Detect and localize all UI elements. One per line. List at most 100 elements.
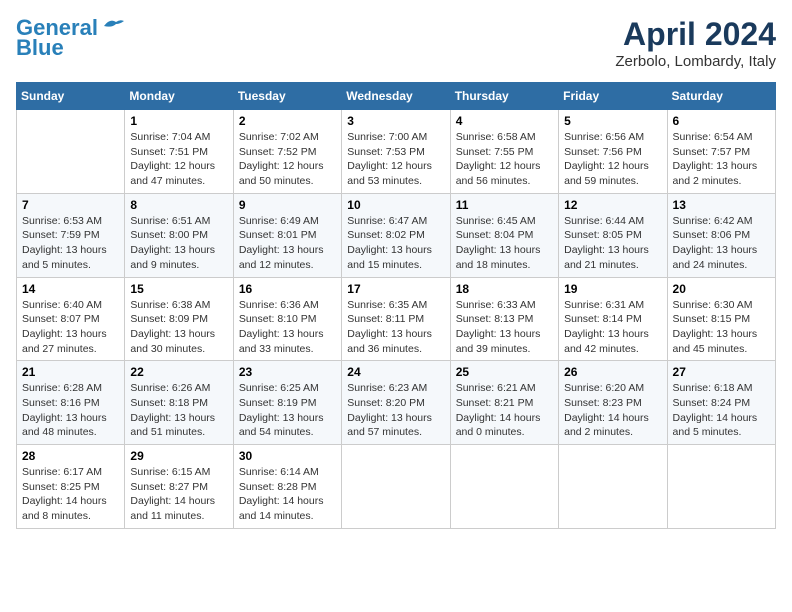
day-number: 25 [456,365,553,379]
weekday-header-saturday: Saturday [667,83,775,110]
day-info: Sunrise: 6:36 AMSunset: 8:10 PMDaylight:… [239,298,336,357]
day-info: Sunrise: 6:28 AMSunset: 8:16 PMDaylight:… [22,381,119,440]
title-section: April 2024 Zerbolo, Lombardy, Italy [615,16,776,70]
day-info: Sunrise: 6:54 AMSunset: 7:57 PMDaylight:… [673,130,770,189]
calendar-cell: 19 Sunrise: 6:31 AMSunset: 8:14 PMDayligh… [559,277,667,361]
calendar-cell: 30 Sunrise: 6:14 AMSunset: 8:28 PMDayligh… [233,445,341,529]
weekday-header-thursday: Thursday [450,83,558,110]
day-number: 24 [347,365,444,379]
calendar-cell: 11Sunrise: 6:45 AMSunset: 8:04 PMDayligh… [450,193,558,277]
calendar-cell: 7 Sunrise: 6:53 AMSunset: 7:59 PMDaylight… [17,193,125,277]
weekday-header-wednesday: Wednesday [342,83,450,110]
calendar-cell: 27Sunrise: 6:18 AMSunset: 8:24 PMDayligh… [667,361,775,445]
calendar-cell: 23Sunrise: 6:25 AMSunset: 8:19 PMDayligh… [233,361,341,445]
day-info: Sunrise: 6:44 AMSunset: 8:05 PMDaylight:… [564,214,661,273]
day-info: Sunrise: 6:53 AMSunset: 7:59 PMDaylight:… [22,214,119,273]
day-info: Sunrise: 6:58 AMSunset: 7:55 PMDaylight:… [456,130,553,189]
calendar-cell: 8 Sunrise: 6:51 AMSunset: 8:00 PMDaylight… [125,193,233,277]
day-number: 20 [673,282,770,296]
calendar-cell: 17Sunrise: 6:35 AMSunset: 8:11 PMDayligh… [342,277,450,361]
day-info: Sunrise: 7:00 AMSunset: 7:53 PMDaylight:… [347,130,444,189]
day-number: 4 [456,114,553,128]
weekday-header-monday: Monday [125,83,233,110]
calendar-week-5: 28Sunrise: 6:17 AMSunset: 8:25 PMDayligh… [17,445,776,529]
day-info: Sunrise: 7:04 AMSunset: 7:51 PMDaylight:… [130,130,227,189]
calendar-week-3: 14 Sunrise: 6:40 AMSunset: 8:07 PMDayligh… [17,277,776,361]
calendar-cell: 28Sunrise: 6:17 AMSunset: 8:25 PMDayligh… [17,445,125,529]
day-number: 13 [673,198,770,212]
weekday-header-friday: Friday [559,83,667,110]
day-number: 3 [347,114,444,128]
day-info: Sunrise: 6:40 AMSunset: 8:07 PMDaylight:… [22,298,119,357]
calendar-cell: 9 Sunrise: 6:49 AMSunset: 8:01 PMDaylight… [233,193,341,277]
calendar-cell: 14 Sunrise: 6:40 AMSunset: 8:07 PMDayligh… [17,277,125,361]
calendar-cell: 1Sunrise: 7:04 AMSunset: 7:51 PMDaylight… [125,110,233,194]
calendar-cell: 13 Sunrise: 6:42 AMSunset: 8:06 PMDayligh… [667,193,775,277]
logo-bird-icon [102,18,124,34]
day-number: 16 [239,282,336,296]
calendar-cell: 10 Sunrise: 6:47 AMSunset: 8:02 PMDayligh… [342,193,450,277]
day-info: Sunrise: 6:38 AMSunset: 8:09 PMDaylight:… [130,298,227,357]
day-info: Sunrise: 6:47 AMSunset: 8:02 PMDaylight:… [347,214,444,273]
day-number: 21 [22,365,119,379]
day-info: Sunrise: 6:49 AMSunset: 8:01 PMDaylight:… [239,214,336,273]
day-number: 29 [130,449,227,463]
day-info: Sunrise: 6:25 AMSunset: 8:19 PMDaylight:… [239,381,336,440]
day-number: 7 [22,198,119,212]
calendar-week-1: 1Sunrise: 7:04 AMSunset: 7:51 PMDaylight… [17,110,776,194]
calendar-cell [559,445,667,529]
day-info: Sunrise: 7:02 AMSunset: 7:52 PMDaylight:… [239,130,336,189]
day-info: Sunrise: 6:56 AMSunset: 7:56 PMDaylight:… [564,130,661,189]
calendar-cell: 25 Sunrise: 6:21 AMSunset: 8:21 PMDayligh… [450,361,558,445]
calendar-cell: 3 Sunrise: 7:00 AMSunset: 7:53 PMDaylight… [342,110,450,194]
calendar-cell [667,445,775,529]
day-info: Sunrise: 6:20 AMSunset: 8:23 PMDaylight:… [564,381,661,440]
calendar-week-2: 7 Sunrise: 6:53 AMSunset: 7:59 PMDaylight… [17,193,776,277]
weekday-header-sunday: Sunday [17,83,125,110]
calendar-table: SundayMondayTuesdayWednesdayThursdayFrid… [16,82,776,529]
day-info: Sunrise: 6:30 AMSunset: 8:15 PMDaylight:… [673,298,770,357]
calendar-week-4: 21 Sunrise: 6:28 AMSunset: 8:16 PMDayligh… [17,361,776,445]
day-info: Sunrise: 6:42 AMSunset: 8:06 PMDaylight:… [673,214,770,273]
day-number: 22 [130,365,227,379]
calendar-cell: 18Sunrise: 6:33 AMSunset: 8:13 PMDayligh… [450,277,558,361]
day-number: 10 [347,198,444,212]
day-number: 9 [239,198,336,212]
location-text: Zerbolo, Lombardy, Italy [615,53,776,70]
month-title: April 2024 [615,16,776,53]
logo: General Blue [16,16,124,60]
calendar-cell: 4 Sunrise: 6:58 AMSunset: 7:55 PMDaylight… [450,110,558,194]
calendar-cell: 6 Sunrise: 6:54 AMSunset: 7:57 PMDaylight… [667,110,775,194]
calendar-cell: 26Sunrise: 6:20 AMSunset: 8:23 PMDayligh… [559,361,667,445]
calendar-cell: 29 Sunrise: 6:15 AMSunset: 8:27 PMDayligh… [125,445,233,529]
logo-blue: Blue [16,36,64,60]
day-number: 14 [22,282,119,296]
calendar-cell: 12Sunrise: 6:44 AMSunset: 8:05 PMDayligh… [559,193,667,277]
calendar-cell: 22Sunrise: 6:26 AMSunset: 8:18 PMDayligh… [125,361,233,445]
day-info: Sunrise: 6:31 AMSunset: 8:14 PMDaylight:… [564,298,661,357]
day-number: 15 [130,282,227,296]
day-info: Sunrise: 6:14 AMSunset: 8:28 PMDaylight:… [239,465,336,524]
day-info: Sunrise: 6:21 AMSunset: 8:21 PMDaylight:… [456,381,553,440]
day-info: Sunrise: 6:33 AMSunset: 8:13 PMDaylight:… [456,298,553,357]
calendar-cell: 24Sunrise: 6:23 AMSunset: 8:20 PMDayligh… [342,361,450,445]
day-number: 19 [564,282,661,296]
day-number: 30 [239,449,336,463]
day-info: Sunrise: 6:18 AMSunset: 8:24 PMDaylight:… [673,381,770,440]
calendar-cell: 2 Sunrise: 7:02 AMSunset: 7:52 PMDaylight… [233,110,341,194]
day-info: Sunrise: 6:45 AMSunset: 8:04 PMDaylight:… [456,214,553,273]
day-number: 8 [130,198,227,212]
day-info: Sunrise: 6:15 AMSunset: 8:27 PMDaylight:… [130,465,227,524]
calendar-cell: 20 Sunrise: 6:30 AMSunset: 8:15 PMDayligh… [667,277,775,361]
day-number: 6 [673,114,770,128]
calendar-cell: 21 Sunrise: 6:28 AMSunset: 8:16 PMDayligh… [17,361,125,445]
day-info: Sunrise: 6:51 AMSunset: 8:00 PMDaylight:… [130,214,227,273]
page-header: General Blue April 2024 Zerbolo, Lombard… [16,16,776,70]
day-info: Sunrise: 6:17 AMSunset: 8:25 PMDaylight:… [22,465,119,524]
weekday-header-row: SundayMondayTuesdayWednesdayThursdayFrid… [17,83,776,110]
day-number: 2 [239,114,336,128]
calendar-cell: 5 Sunrise: 6:56 AMSunset: 7:56 PMDaylight… [559,110,667,194]
day-number: 5 [564,114,661,128]
calendar-cell [450,445,558,529]
day-info: Sunrise: 6:35 AMSunset: 8:11 PMDaylight:… [347,298,444,357]
